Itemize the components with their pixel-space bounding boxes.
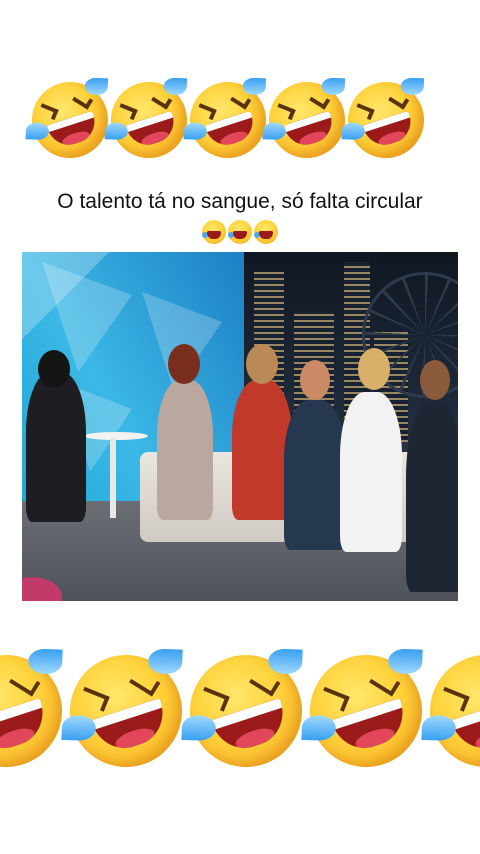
guest-person (340, 392, 402, 552)
grinning-squinting-face-icon (228, 220, 252, 244)
rofl-emoji-icon (295, 640, 437, 782)
rofl-emoji-icon (101, 72, 197, 168)
host-person (26, 372, 86, 522)
grinning-squinting-face-icon (202, 220, 226, 244)
guest-person (157, 380, 213, 520)
side-table (84, 432, 148, 440)
post-caption: O talento tá no sangue, só falta circula… (57, 190, 423, 213)
rofl-emoji-icon (175, 640, 317, 782)
guest-person (284, 400, 346, 550)
guest-person (232, 380, 292, 520)
video-frame[interactable] (22, 252, 458, 601)
rofl-emoji-icon (0, 640, 77, 782)
rofl-emoji-icon (22, 72, 118, 168)
grinning-squinting-face-icon (254, 220, 278, 244)
rofl-emoji-icon (338, 72, 434, 168)
guest-person (406, 402, 458, 592)
rofl-emoji-icon (180, 72, 276, 168)
caption-emoji-group (0, 220, 480, 244)
rofl-emoji-icon (55, 640, 197, 782)
top-emoji-row (22, 72, 434, 168)
rofl-emoji-icon (415, 640, 480, 782)
rofl-emoji-icon (259, 72, 355, 168)
bottom-emoji-row (0, 640, 480, 782)
